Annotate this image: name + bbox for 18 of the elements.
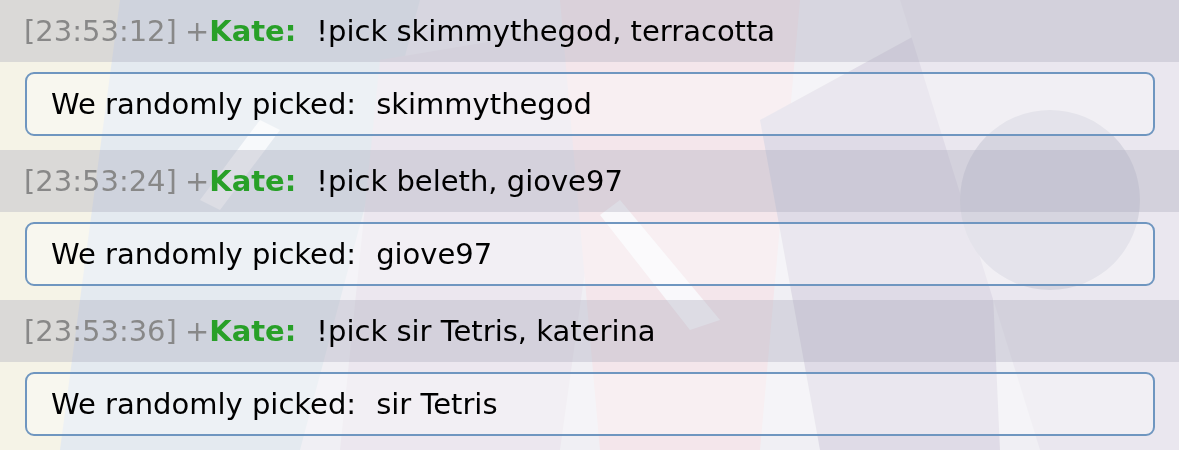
username[interactable]: Kate: [209,164,297,198]
timestamp: [23:53:24] [24,164,177,198]
user-rank: + [184,164,210,198]
username[interactable]: Kate: [209,14,297,48]
message-text: !pick skimmythegod, terracotta [316,14,776,48]
timestamp: [23:53:36] [24,314,177,348]
picked-name: sir Tetris [376,387,498,421]
reply-label: We randomly picked: [51,87,357,121]
reply-label: We randomly picked: [51,237,357,271]
user-rank: + [184,314,210,348]
username[interactable]: Kate: [209,314,297,348]
timestamp: [23:53:12] [24,14,177,48]
message-text: !pick sir Tetris, katerina [316,314,656,348]
user-rank: + [184,14,210,48]
picked-name: skimmythegod [376,87,592,121]
reply-label: We randomly picked: [51,387,357,421]
picked-name: giove97 [376,237,493,271]
message-text: !pick beleth, giove97 [316,164,623,198]
